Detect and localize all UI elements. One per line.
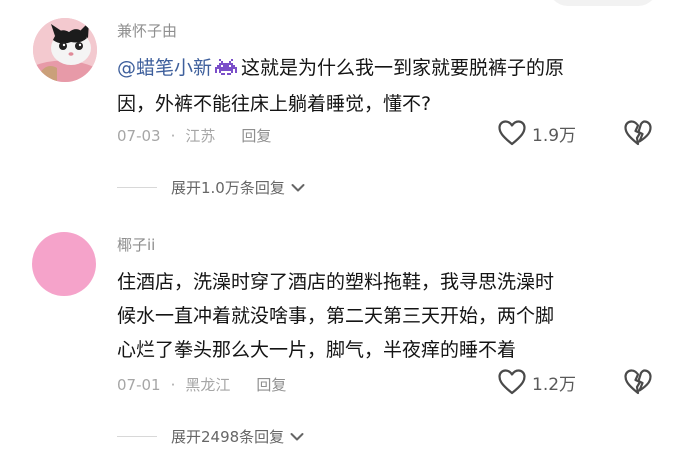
- divider-line: [117, 436, 157, 437]
- expand-replies-button[interactable]: 展开1.0万条回复: [117, 177, 305, 198]
- dislike-button[interactable]: [624, 369, 652, 399]
- space-invader-emoji-icon: [215, 53, 238, 87]
- comment-text-line: 心烂了拳头那么大一片，脚气，半夜痒的睡不着: [117, 339, 517, 361]
- username[interactable]: 兼怀子由: [117, 20, 177, 41]
- like-button[interactable]: 1.2万: [498, 369, 576, 395]
- like-count: 1.9万: [532, 125, 577, 146]
- like-button[interactable]: 1.9万: [498, 120, 576, 146]
- meta-separator: ·: [170, 126, 176, 145]
- chevron-down-icon: [291, 183, 305, 191]
- broken-heart-icon: [624, 369, 652, 395]
- reply-button[interactable]: 回复: [256, 374, 286, 395]
- comment-text: @蜡笔小新 这就是为什么我一到家就要脱裤子的原 因，外裤不能往床上躺着睡觉，懂不?: [117, 51, 662, 121]
- comment-meta: 07-01 · 黑龙江 回复: [117, 374, 286, 395]
- username[interactable]: 椰子ii: [117, 234, 155, 255]
- heart-outline-icon: [498, 120, 526, 146]
- comment-date: 07-01: [117, 375, 161, 394]
- comment-date: 07-03: [117, 126, 161, 145]
- comment-location: 黑龙江: [185, 376, 231, 394]
- meta-separator: ·: [170, 375, 176, 394]
- expand-replies-button[interactable]: 展开2498条回复: [117, 426, 304, 447]
- dislike-button[interactable]: [624, 120, 652, 150]
- avatar[interactable]: [32, 232, 96, 296]
- chevron-down-icon: [290, 432, 304, 440]
- mention-link[interactable]: @蜡笔小新: [117, 57, 212, 79]
- like-count: 1.2万: [532, 374, 577, 395]
- comment-text: 住酒店，洗澡时穿了酒店的塑料拖鞋，我寻思洗澡时 候水一直冲着就没啥事，第二天第三…: [117, 265, 662, 367]
- expand-replies-label: 展开1.0万条回复: [171, 179, 285, 197]
- comment-text-line: 候水一直冲着就没啥事，第二天第三天开始，两个脚: [117, 305, 555, 327]
- top-scroll-bubble: [548, 0, 658, 6]
- comment-text-line: 这就是为什么我一到家就要脱裤子的原: [241, 57, 565, 79]
- comment-text-line: 住酒店，洗澡时穿了酒店的塑料拖鞋，我寻思洗澡时: [117, 271, 555, 293]
- broken-heart-icon: [624, 120, 652, 146]
- comment-location: 江苏: [185, 127, 216, 145]
- avatar[interactable]: [33, 18, 97, 82]
- comment-text-line: 因，外裤不能往床上躺着睡觉，懂不?: [117, 93, 432, 115]
- heart-outline-icon: [498, 369, 526, 395]
- reply-button[interactable]: 回复: [241, 125, 271, 146]
- comment-meta: 07-03 · 江苏 回复: [117, 125, 271, 146]
- expand-replies-label: 展开2498条回复: [171, 428, 285, 446]
- divider-line: [117, 187, 157, 188]
